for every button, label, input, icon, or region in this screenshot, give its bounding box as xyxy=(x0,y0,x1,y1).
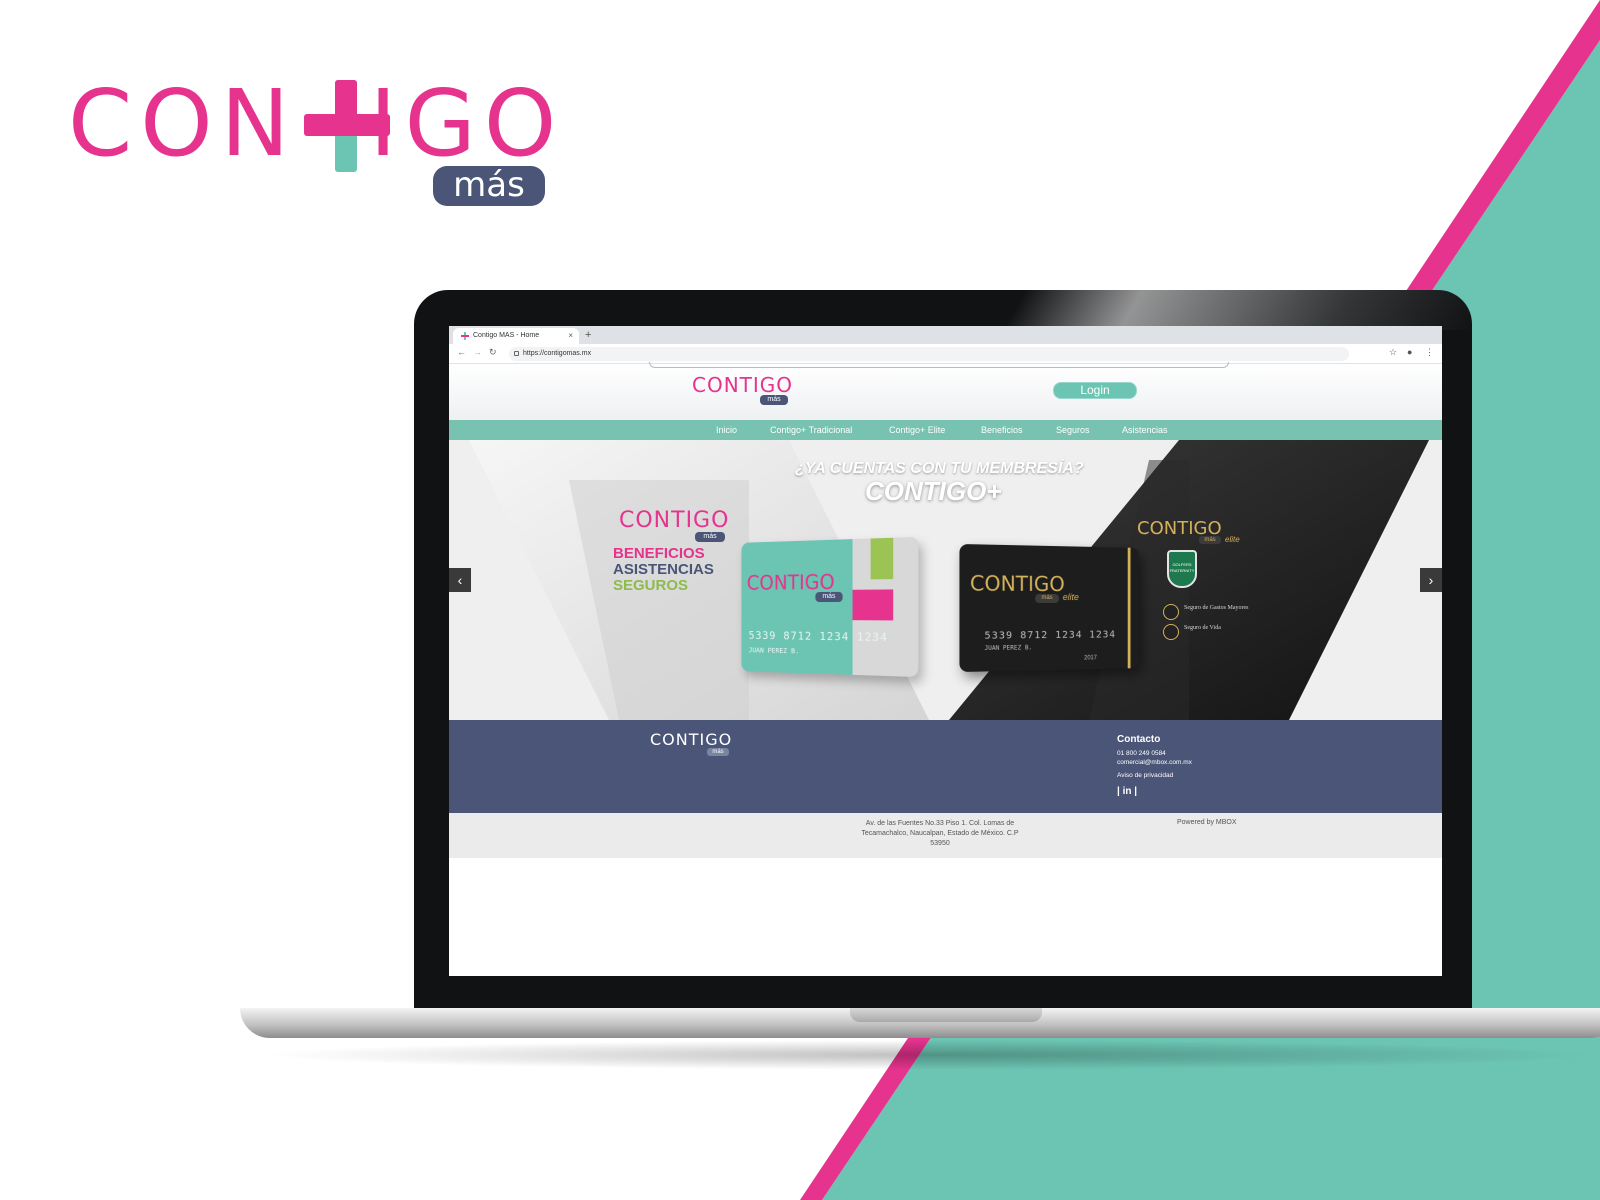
carousel-next-button[interactable]: › xyxy=(1420,568,1442,592)
golfers-fraternity-badge: GOLFERS FRATERNITY xyxy=(1167,550,1197,588)
carousel-prev-button[interactable]: ‹ xyxy=(449,568,471,592)
shield-icon xyxy=(1163,604,1179,620)
black-card-tier: elite xyxy=(1062,592,1079,603)
nav-item-tradicional[interactable]: Contigo+ Tradicional xyxy=(770,420,852,440)
hero-logo-left-sub: más xyxy=(695,532,725,542)
url-text: https://contigomas.mx xyxy=(523,350,592,357)
teal-card-logo: CONTIGO xyxy=(746,569,835,595)
nav-item-beneficios[interactable]: Beneficios xyxy=(981,420,1023,440)
hero-carousel: ¿YA CUENTAS CON TU MEMBRESÍA? CONTIGO+ C… xyxy=(449,440,1442,720)
insurance-label: Seguro de Vida xyxy=(1184,625,1221,631)
laptop-shadow xyxy=(260,1040,1600,1070)
insurance-label: Seguro de Gastos Mayores xyxy=(1184,605,1249,611)
black-card-sub: más xyxy=(1035,593,1059,604)
sub-footer: Av. de las Fuentes No.33 Piso 1. Col. Lo… xyxy=(449,813,1442,858)
nav-item-elite[interactable]: Contigo+ Elite xyxy=(889,420,945,440)
hero-logo-right-sub: más xyxy=(1199,536,1221,544)
powered-by: Powered by MBOX xyxy=(1177,819,1237,826)
lock-icon xyxy=(514,351,519,356)
back-arrow-icon[interactable]: ← xyxy=(457,347,466,357)
laptop-notch xyxy=(850,1008,1042,1022)
black-card-number: 5339 8712 1234 1234 xyxy=(984,629,1116,642)
tab-title: Contigo MAS - Home xyxy=(473,332,540,339)
black-card-year: 2017 xyxy=(1084,655,1097,662)
benefit-beneficios: BENEFICIOS xyxy=(613,545,705,562)
site-footer: CONTIGO más Contacto 01 800 249 0584 com… xyxy=(449,720,1442,813)
plus-icon xyxy=(1163,624,1179,640)
site-logo[interactable]: CONTIGO más xyxy=(692,374,802,410)
teal-card-number: 5339 8712 1234 1234 xyxy=(748,629,888,645)
site-nav: Inicio Contigo+ Tradicional Contigo+ Eli… xyxy=(449,420,1442,440)
contact-email[interactable]: comercial@mbox.com.mx xyxy=(1117,759,1192,766)
nav-item-inicio[interactable]: Inicio xyxy=(716,420,737,440)
browser-tab[interactable]: Contigo MAS - Home × xyxy=(453,328,579,344)
black-card-logo: CONTIGO xyxy=(969,570,1065,597)
linkedin-link[interactable]: | in | xyxy=(1117,786,1137,797)
teal-card-name: JUAN PEREZ B. xyxy=(748,646,800,656)
star-icon[interactable]: ☆ xyxy=(1389,347,1397,358)
mockup-stage: CONIGO más Contigo MAS - Home × + ← → ↻ xyxy=(0,0,1600,1200)
footer-logo[interactable]: CONTIGO xyxy=(650,730,732,749)
footer-address: Av. de las Fuentes No.33 Piso 1. Col. Lo… xyxy=(861,820,1019,847)
site-logo-sub: más xyxy=(760,395,788,405)
hero-title: CONTIGO+ xyxy=(865,476,1002,506)
teal-card-sub: más xyxy=(815,591,843,603)
teal-membership-card: CONTIGO más 5339 8712 1234 1234 JUAN PER… xyxy=(741,536,919,678)
address-bar[interactable]: https://contigomas.mx xyxy=(509,347,1349,361)
footer-logo-sub: más xyxy=(707,748,729,756)
black-card-name: JUAN PEREZ B. xyxy=(984,644,1033,653)
brand-logo: CON IGO más xyxy=(68,78,556,208)
browser-toolbar: ← → ↻ https://contigomas.mx ☆ ● ⋮ xyxy=(449,344,1442,364)
black-membership-card: CONTIGO más elite 5339 8712 1234 1234 JU… xyxy=(959,543,1139,673)
site-header: CONTIGO más Login xyxy=(449,362,1442,420)
insurance-item: Seguro de Gastos Mayores xyxy=(1163,604,1253,622)
benefit-seguros: SEGUROS xyxy=(613,577,689,594)
contact-phone[interactable]: 01 800 249 0584 xyxy=(1117,750,1166,757)
nav-item-asistencias[interactable]: Asistencias xyxy=(1122,420,1168,440)
site-logo-word: CONTIGO xyxy=(692,373,794,397)
laptop-screen: Contigo MAS - Home × + ← → ↻ https://con… xyxy=(449,326,1442,976)
privacy-link[interactable]: Aviso de privacidad xyxy=(1117,772,1173,779)
close-tab-icon[interactable]: × xyxy=(568,328,573,344)
header-bar xyxy=(649,362,1229,368)
new-tab-button[interactable]: + xyxy=(585,328,591,342)
brand-sub: más xyxy=(433,166,545,206)
benefit-asistencias: ASISTENCIAS xyxy=(613,561,714,578)
forward-arrow-icon[interactable]: → xyxy=(473,347,482,357)
brand-plus-icon xyxy=(268,80,390,172)
hero-logo-left: CONTIGO xyxy=(619,508,730,533)
favicon-icon xyxy=(461,332,469,340)
hero-logo-right-tier: elite xyxy=(1225,535,1240,544)
account-icon[interactable]: ● xyxy=(1407,347,1412,357)
login-button[interactable]: Login xyxy=(1053,382,1137,399)
reload-icon[interactable]: ↻ xyxy=(489,347,497,358)
nav-item-seguros[interactable]: Seguros xyxy=(1056,420,1090,440)
menu-dots-icon[interactable]: ⋮ xyxy=(1425,347,1434,358)
contact-heading: Contacto xyxy=(1117,734,1161,745)
insurance-item: Seguro de Vida xyxy=(1163,624,1253,642)
browser-tab-bar: Contigo MAS - Home × + xyxy=(449,326,1442,344)
